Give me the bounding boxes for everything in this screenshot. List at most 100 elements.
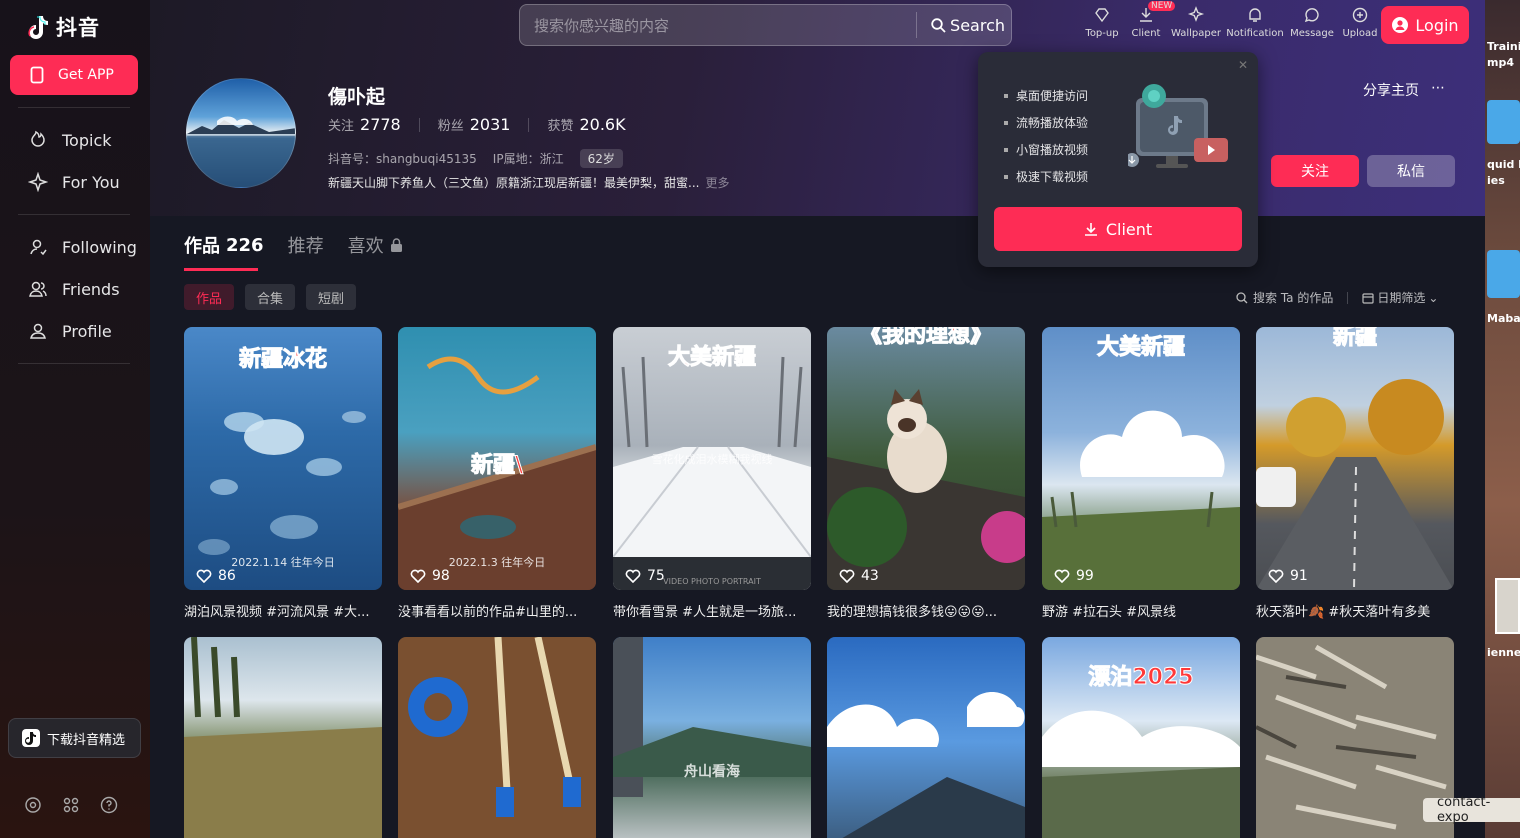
video-card[interactable] <box>827 637 1025 838</box>
download-client-button[interactable]: Client <box>994 207 1242 251</box>
video-title[interactable]: 湖泊风景视频 #河流风景 #大... <box>184 601 382 620</box>
tab-likes[interactable]: 喜欢 <box>348 232 403 258</box>
feature-item: 流畅播放体验 <box>1004 109 1088 136</box>
chip-works[interactable]: 作品 <box>184 284 235 310</box>
upload-button[interactable]: Upload <box>1338 6 1382 39</box>
avatar[interactable] <box>186 78 296 188</box>
video-card[interactable]: 新疆冰花 2022.1.14 往年今日 86 <box>184 327 382 590</box>
desktop-file-label[interactable]: Trainin <box>1487 40 1520 53</box>
sidebar-item-label: Friends <box>62 279 120 299</box>
notification-button[interactable]: Notification <box>1224 6 1286 39</box>
video-card[interactable]: 大美新疆 雪花化成泪水模糊我视线 VIDEO PHOTO PORTRAIT 75 <box>613 327 811 590</box>
divider <box>418 117 420 132</box>
followers-count: 2031 <box>469 115 511 134</box>
bio-text: 新疆天山脚下养鱼人（三文鱼）原籍浙江现居新疆！最美伊梨，甜蜜... <box>328 176 700 190</box>
followers-stat[interactable]: 粉丝 2031 <box>438 115 511 134</box>
like-count: 43 <box>839 568 879 584</box>
sidebar-item-profile[interactable]: Profile <box>28 321 112 341</box>
login-button[interactable]: Login <box>1381 6 1469 44</box>
like-count-value: 75 <box>647 568 665 584</box>
sidebar-item-for-you[interactable]: For You <box>28 172 120 192</box>
video-thumbnail <box>1042 410 1240 590</box>
tab-recommend[interactable]: 推荐 <box>288 232 324 258</box>
like-count-value: 98 <box>432 568 450 584</box>
desktop-file-label[interactable]: ienne3 <box>1487 646 1520 659</box>
following-count: 2778 <box>360 115 401 134</box>
chip-short-dramas[interactable]: 短剧 <box>306 284 357 310</box>
sidebar-item-friends[interactable]: Friends <box>28 279 120 299</box>
folder-icon[interactable] <box>1487 100 1520 144</box>
desktop-client-illustration <box>1128 84 1228 168</box>
desktop-file-label[interactable]: quid B <box>1487 158 1520 171</box>
more-options-icon[interactable]: ⋯ <box>1431 80 1445 100</box>
like-count-value: 91 <box>1290 568 1308 584</box>
video-overlay-text: 新疆 <box>1332 327 1377 351</box>
top-up-button[interactable]: Top-up <box>1080 6 1124 39</box>
video-title[interactable]: 秋天落叶🍂 #秋天落叶有多美 <box>1256 601 1454 620</box>
apps-icon[interactable] <box>62 796 80 814</box>
desktop-file-label[interactable]: Mabar <box>1487 312 1520 325</box>
profile-bio: 新疆天山脚下养鱼人（三文鱼）原籍浙江现居新疆！最美伊梨，甜蜜... 更多 <box>328 174 729 191</box>
video-card[interactable]: 《我的理想》 43 <box>827 327 1025 590</box>
douyin-logo[interactable]: 抖音 <box>26 12 100 42</box>
video-title[interactable]: 带你看雪景 #人生就是一场旅... <box>613 601 811 620</box>
profile-icon <box>30 323 46 339</box>
client-button[interactable]: NEW Client <box>1124 1 1176 39</box>
client-feature-list: 桌面便捷访问 流畅播放体验 小窗播放视频 极速下载视频 <box>1004 82 1088 190</box>
video-title[interactable]: 野游 #拉石头 #风景线 <box>1042 601 1240 620</box>
date-filter-button[interactable]: 日期筛选 ⌄ <box>1362 289 1438 306</box>
close-icon[interactable]: ✕ <box>1238 58 1248 72</box>
followers-label: 粉丝 <box>437 119 464 134</box>
age-badge: 62岁 <box>579 149 623 168</box>
likes-stat: 获赞 20.6K <box>547 115 625 134</box>
share-homepage[interactable]: 分享主页 ⋯ <box>1363 80 1445 100</box>
message-button[interactable]: Message <box>1286 6 1338 39</box>
video-overlay-text: 《我的理想》 <box>859 327 992 349</box>
desktop-photo-thumbnail[interactable] <box>1495 578 1520 634</box>
search-button[interactable]: Search <box>916 12 1011 38</box>
follow-button[interactable]: 关注 <box>1271 155 1359 187</box>
sidebar-item-topick[interactable]: Topick <box>28 130 112 150</box>
sidebar-item-following[interactable]: Following <box>28 237 137 257</box>
desktop-file-label[interactable]: ies <box>1487 174 1505 187</box>
desktop-file-label[interactable]: mp4 <box>1487 56 1514 69</box>
help-icon[interactable] <box>100 796 118 814</box>
desktop-file-label[interactable]: contact-expo <box>1423 795 1520 825</box>
bio-more-link[interactable]: 更多 <box>705 176 729 190</box>
following-stat[interactable]: 关注 2778 <box>328 115 401 134</box>
video-card[interactable] <box>398 637 596 838</box>
video-card[interactable]: 大美新疆 99 <box>1042 327 1240 590</box>
folder-icon[interactable] <box>1487 250 1520 298</box>
sidebar: 抖音 Get APP Topick For You Following Frie… <box>0 0 150 838</box>
video-title[interactable]: 没事看看以前的作品#山里的... <box>398 601 596 620</box>
video-card[interactable]: 舟山看海 <box>613 637 811 838</box>
video-card[interactable]: 新疆 91 <box>1256 327 1454 590</box>
video-card[interactable] <box>184 637 382 838</box>
friends-icon <box>29 281 47 297</box>
user-icon <box>1392 17 1409 33</box>
tab-label: 作品 <box>184 236 220 257</box>
tab-label: 推荐 <box>287 236 324 257</box>
feature-item: 小窗播放视频 <box>1004 136 1088 163</box>
divider <box>18 363 130 364</box>
chip-collections[interactable]: 合集 <box>245 284 296 310</box>
client-button-label: Client <box>1105 219 1153 239</box>
sidebar-item-label: Following <box>62 237 137 257</box>
download-jingxuan-button[interactable]: 下载抖音精选 <box>8 718 141 758</box>
private-message-button[interactable]: 私信 <box>1367 155 1455 187</box>
sidebar-item-label: For You <box>62 172 120 192</box>
wallpaper-button[interactable]: Wallpaper <box>1168 6 1224 39</box>
client-label: Client <box>1131 28 1161 39</box>
search-works-button[interactable]: 搜索 Ta 的作品 <box>1236 289 1333 306</box>
search-input[interactable]: 搜索你感兴趣的内容 <box>520 15 916 36</box>
video-card[interactable]: 漂泊2025 <box>1042 637 1240 838</box>
search-bar[interactable]: 搜索你感兴趣的内容 Search <box>519 4 1012 46</box>
heart-icon <box>1268 569 1284 583</box>
tab-works[interactable]: 作品 226 <box>184 232 264 258</box>
video-thumbnail <box>827 389 1025 590</box>
settings-icon[interactable] <box>24 796 42 814</box>
video-title[interactable]: 我的理想搞钱很多钱😛😛😛... <box>827 601 1025 620</box>
video-card[interactable]: 新疆\ 2022.1.3 往年今日 98 <box>398 327 596 590</box>
get-app-button[interactable]: Get APP <box>10 55 138 95</box>
feature-item: 极速下载视频 <box>1004 163 1088 190</box>
